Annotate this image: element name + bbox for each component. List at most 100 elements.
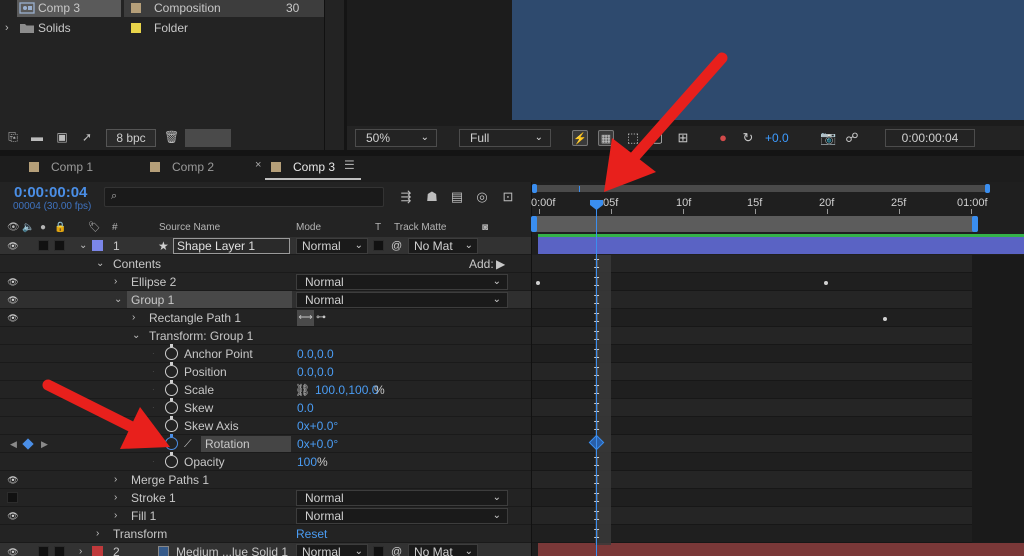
resolution-dropdown[interactable]: Full ⌄ <box>459 129 551 147</box>
project-item-solids[interactable]: › Solids Folder <box>0 19 324 37</box>
blend-mode-dropdown[interactable]: Normal ⌄ <box>296 274 508 290</box>
time-navigator-end-handle[interactable] <box>985 184 990 193</box>
project-item-comp3[interactable]: Comp 3 Composition 30 <box>0 0 324 17</box>
chevron-down-icon[interactable]: ⌄ <box>114 291 122 309</box>
mask-visibility-icon[interactable]: ⬚ <box>625 130 641 146</box>
eye-icon[interactable]: 👁 <box>6 547 20 556</box>
time-navigator[interactable] <box>534 185 988 192</box>
property-row-position[interactable]: · Position 0.0,0.0 <box>0 362 531 381</box>
layer-row-shape-layer-1[interactable]: 👁 ⌄ 1 ★ Shape Layer 1 Normal ⌄ @ No Mat … <box>0 237 531 255</box>
stopwatch-icon[interactable] <box>165 362 178 378</box>
work-area-start-handle[interactable] <box>531 216 537 232</box>
grid-guides-icon[interactable]: ⊞ <box>675 130 691 146</box>
preserve-transparency-switch[interactable] <box>373 546 384 556</box>
keyframe-dot[interactable] <box>536 281 540 285</box>
graph-editor-icon[interactable]: ⊡ <box>499 189 517 205</box>
layer-name[interactable]: Shape Layer 1 <box>173 238 290 254</box>
bit-depth-button[interactable]: 8 bpc <box>106 129 156 147</box>
preserve-transparency-switch[interactable] <box>373 240 384 251</box>
chevron-right-icon[interactable]: › <box>114 471 117 489</box>
property-row-opacity[interactable]: · Opacity 100 % <box>0 452 531 471</box>
eye-icon[interactable]: 👁 <box>6 277 20 287</box>
property-row-stroke-1[interactable]: › Stroke 1 Normal ⌄ <box>0 489 531 507</box>
property-row-contents[interactable]: ⌄ Contents Add: ▶ <box>0 255 531 273</box>
blend-mode-dropdown[interactable]: Normal ⌄ <box>296 490 508 506</box>
graph-icon[interactable]: ⟋ <box>184 435 192 453</box>
property-row-group-1[interactable]: 👁 ⌄ Group 1 Normal ⌄ <box>0 291 531 309</box>
close-icon[interactable]: × <box>255 159 261 171</box>
property-value[interactable]: 0x+0.0° <box>297 435 338 453</box>
property-row-merge-paths-1[interactable]: 👁 › Merge Paths 1 <box>0 471 531 489</box>
transparency-grid-icon[interactable]: ▦ <box>598 130 614 146</box>
work-area-bar[interactable] <box>533 216 977 232</box>
layer-bar-shape-layer-1[interactable] <box>538 237 1024 254</box>
stopwatch-icon[interactable] <box>165 398 178 414</box>
track-matte-link-icon[interactable]: @ <box>391 543 402 556</box>
property-row-transform[interactable]: › Transform Reset <box>0 525 531 543</box>
chevron-right-icon[interactable]: › <box>5 19 9 37</box>
reset-exposure-icon[interactable]: ↻ <box>740 130 756 146</box>
label-color-swatch[interactable] <box>131 23 141 33</box>
constrain-proportions-link-icon[interactable]: ⛓ <box>295 381 310 399</box>
chevron-down-icon[interactable]: ⌄ <box>132 327 140 345</box>
trash-icon[interactable]: 🗑 <box>164 131 179 143</box>
stopwatch-icon[interactable] <box>165 380 178 396</box>
layer-label-color[interactable] <box>92 240 103 251</box>
magnification-dropdown[interactable]: 50% ⌄ <box>355 129 437 147</box>
keyframe-dot[interactable] <box>824 281 828 285</box>
chevron-down-icon[interactable]: ⌄ <box>96 255 104 273</box>
property-row-rotation[interactable]: ◀ ▶ ⟋ Rotation 0x+0.0° <box>0 434 531 453</box>
property-row-ellipse-2[interactable]: 👁 › Ellipse 2 Normal ⌄ <box>0 273 531 291</box>
stopwatch-icon[interactable] <box>165 344 178 360</box>
add-menu-icon[interactable]: ▶ <box>496 255 505 273</box>
stopwatch-icon[interactable] <box>165 434 178 450</box>
composition-mini-flowchart-icon[interactable]: ⇶ <box>397 189 415 205</box>
interpret-footage-icon[interactable]: ⎘ <box>6 131 20 143</box>
lock-switch[interactable] <box>54 546 65 556</box>
blend-mode-dropdown[interactable]: Normal ⌄ <box>296 292 508 308</box>
property-value[interactable]: 0.0,0.0 <box>297 363 334 381</box>
column-mode[interactable]: Mode <box>296 222 321 233</box>
solo-switch[interactable] <box>38 546 49 556</box>
property-value[interactable]: 100 <box>297 453 317 471</box>
track-matte-dropdown[interactable]: No Mat ⌄ <box>408 238 478 254</box>
snapshot-icon[interactable]: 📷 <box>820 130 836 146</box>
visibility-switch-off[interactable] <box>7 492 18 503</box>
work-area-end-handle[interactable] <box>972 216 978 232</box>
channels-icon[interactable]: ● <box>715 130 731 146</box>
eye-icon[interactable]: 👁 <box>6 241 20 251</box>
stopwatch-icon[interactable] <box>165 416 178 432</box>
add-keyframe-icon[interactable] <box>22 438 34 450</box>
next-keyframe-icon[interactable]: ▶ <box>41 435 48 453</box>
layer-mode-dropdown[interactable]: Normal ⌄ <box>296 544 368 556</box>
transform-reset-link[interactable]: Reset <box>296 525 327 543</box>
property-row-skew[interactable]: · Skew 0.0 <box>0 398 531 417</box>
new-folder-icon[interactable]: ▬ <box>30 131 44 143</box>
chevron-right-icon[interactable]: › <box>132 309 135 327</box>
property-row-scale[interactable]: · Scale ⛓ 100.0,100.0 % <box>0 380 531 399</box>
layer-search-input[interactable]: ⌕ <box>104 187 384 207</box>
time-navigator-start-handle[interactable] <box>532 184 537 193</box>
eye-icon[interactable]: 👁 <box>6 313 20 323</box>
property-row-skew-axis[interactable]: · Skew Axis 0x+0.0° <box>0 416 531 435</box>
property-row-anchor-point[interactable]: · Anchor Point 0.0,0.0 <box>0 344 531 363</box>
property-value[interactable]: 100.0,100.0 <box>315 381 378 399</box>
path-direction-reverse-icon[interactable]: ⊶ <box>316 309 326 327</box>
layer-mode-dropdown[interactable]: Normal ⌄ <box>296 238 368 254</box>
render-queue-icon[interactable]: ➚ <box>80 131 94 143</box>
lock-switch[interactable] <box>54 240 65 251</box>
chevron-right-icon[interactable]: › <box>114 273 117 291</box>
frame-blending-icon[interactable]: ▤ <box>448 189 466 205</box>
layer-name[interactable]: Medium ...lue Solid 1 <box>176 543 288 556</box>
chevron-right-icon[interactable]: › <box>114 489 117 507</box>
column-source-name[interactable]: Source Name <box>159 222 220 233</box>
time-ruler[interactable]: 0:00f 05f 10f 15f 20f 25f 01:00f <box>531 193 1024 215</box>
property-row-rectangle-path-1[interactable]: 👁 › Rectangle Path 1 ⟷ ⊶ <box>0 309 531 327</box>
chevron-right-icon[interactable]: › <box>114 507 117 525</box>
shy-layers-icon[interactable]: ☗ <box>423 189 441 205</box>
chevron-right-icon[interactable]: › <box>96 525 99 543</box>
blend-mode-dropdown[interactable]: Normal ⌄ <box>296 508 508 524</box>
current-time-display[interactable]: 0:00:00:04 <box>14 184 87 201</box>
show-snapshot-icon[interactable]: ☍ <box>844 130 860 146</box>
property-value[interactable]: 0x+0.0° <box>297 417 338 435</box>
